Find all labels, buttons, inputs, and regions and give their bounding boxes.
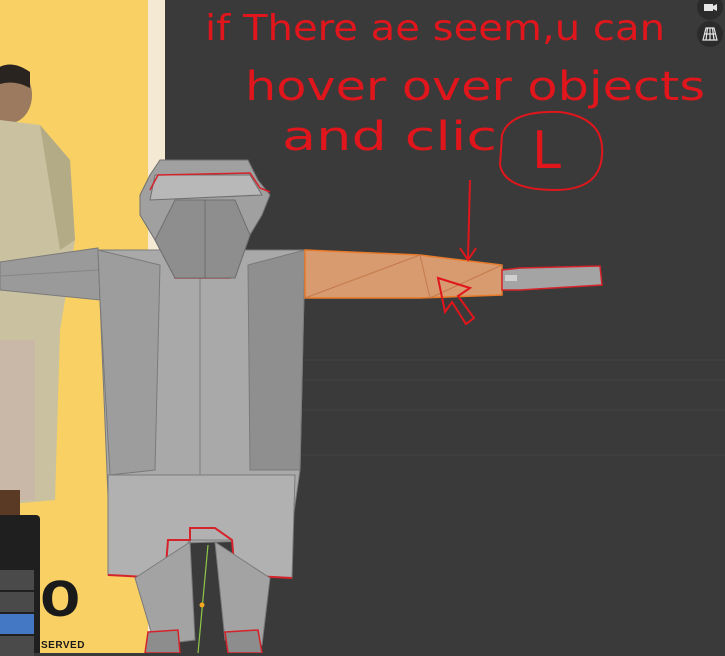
tool-row[interactable] (0, 570, 34, 590)
annotation-line-3: and clic (282, 114, 497, 160)
annotation-key-l: L (532, 121, 561, 181)
grid-icon[interactable] (697, 21, 723, 47)
poster-footer-text: SERVED (41, 640, 85, 651)
annotation-line-2: hover over objects (245, 64, 705, 110)
annotation-line-1: if There ae seem,u can (205, 8, 665, 49)
tool-panel (0, 515, 40, 656)
tool-row[interactable] (0, 636, 34, 656)
object-origin (199, 602, 205, 608)
viewport-3d[interactable]: if There ae seem,u can hover over object… (0, 0, 725, 653)
tool-row-active[interactable] (0, 614, 34, 634)
tool-row[interactable] (0, 592, 34, 612)
poster-big-letter: o (40, 556, 81, 630)
